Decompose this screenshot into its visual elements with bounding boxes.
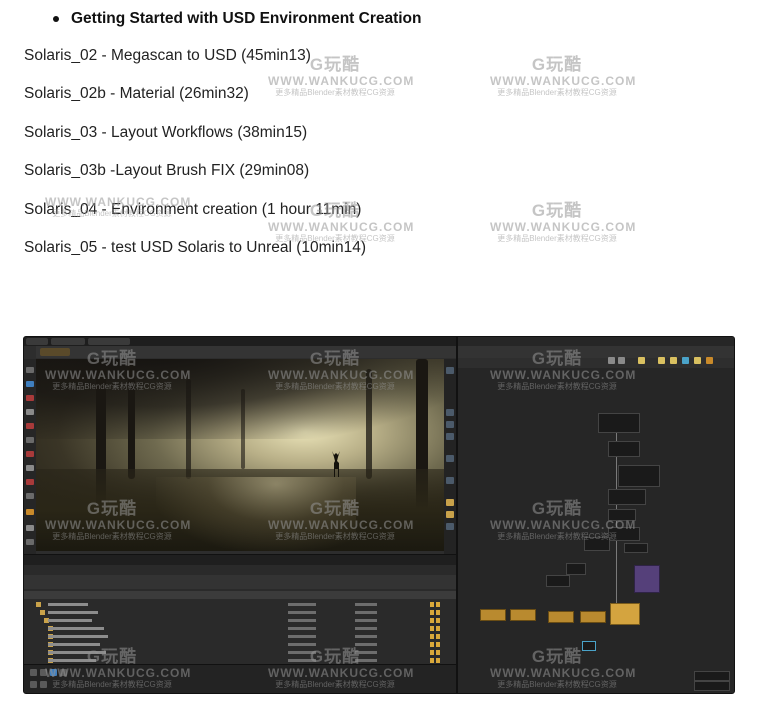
scene-viewport [36,359,456,551]
scene-graph-tree [24,554,456,665]
watermark: G玩酷 WWW.WANKUCG.COM 更多精品Blender素材教程CG资源 [490,201,637,243]
display-options-strip [444,359,456,554]
deer-silhouette [332,451,340,477]
lesson-item: Solaris_03 - Layout Workflows (38min15) [24,124,308,141]
bullet-dot [53,16,59,22]
section-heading: Getting Started with USD Environment Cre… [53,8,422,30]
lesson-item: Solaris_05 - test USD Solaris to Unreal … [24,239,366,256]
network-editor [456,337,734,693]
lesson-item: Solaris_02 - Megascan to USD (45min13) [24,47,311,64]
section-title: Getting Started with USD Environment Cre… [71,10,422,27]
viewport-toolbar [24,359,36,554]
lesson-item: Solaris_04 - Environment creation (1 hou… [24,201,362,218]
houdini-screenshot [23,336,735,694]
playback-timeline [24,664,456,693]
lesson-item: Solaris_03b -Layout Brush FIX (29min08) [24,162,310,179]
lesson-item: Solaris_02b - Material (26min32) [24,85,249,102]
watermark: G玩酷 WWW.WANKUCG.COM 更多精品Blender素材教程CG资源 [490,55,637,97]
viewport-path-bar [36,346,456,358]
